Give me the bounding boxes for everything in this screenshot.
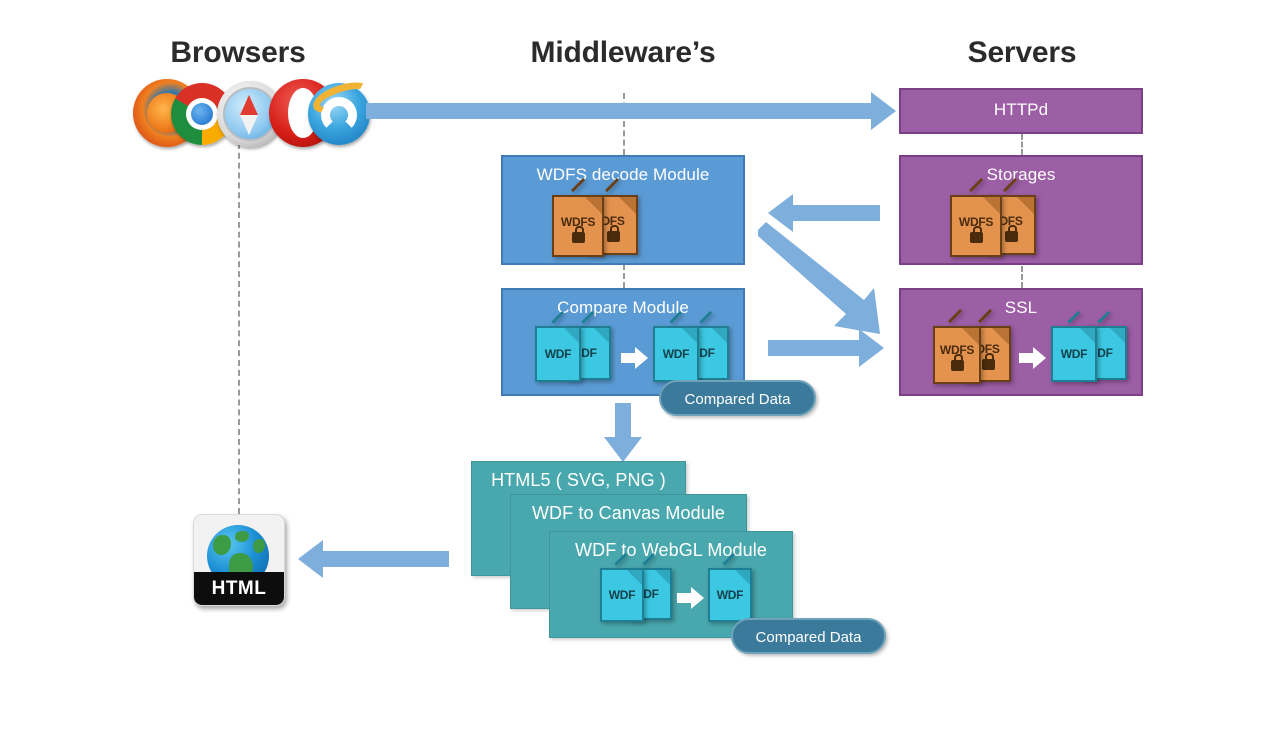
guide-line-middleware-mid bbox=[623, 264, 625, 288]
column-title-middleware: Middleware’s bbox=[530, 36, 716, 69]
document-wdf-primary: WDF bbox=[653, 311, 699, 382]
document-label: DF bbox=[699, 346, 715, 360]
flow-arrow-decode-to-ssl bbox=[756, 222, 882, 336]
module-wdfs-decode-label: WDFS decode Module bbox=[536, 165, 710, 184]
guide-line-servers-mid bbox=[1021, 266, 1023, 288]
document-label: WDF bbox=[544, 347, 572, 361]
output-card-wdf-to-webgl-label: WDF to WebGL Module bbox=[575, 540, 767, 560]
document-label: WDF bbox=[1060, 347, 1088, 361]
server-storages-label: Storages bbox=[986, 165, 1056, 184]
document-group-ssl-input: DFS WDFS bbox=[933, 309, 1011, 384]
html-output-icon[interactable]: HTML bbox=[193, 514, 285, 606]
document-wdf-primary: WDF bbox=[1051, 311, 1097, 382]
guide-line-browsers bbox=[238, 133, 240, 514]
document-label: WDF bbox=[608, 588, 636, 602]
column-title-browsers: Browsers bbox=[170, 36, 306, 69]
document-label: DF bbox=[581, 346, 597, 360]
output-card-html5-label: HTML5 ( SVG, PNG ) bbox=[491, 470, 666, 490]
lock-icon bbox=[571, 225, 585, 243]
document-wdfs-primary: WDFS bbox=[552, 178, 604, 257]
diagram-canvas: Browsers Middleware’s Servers WDFS decod… bbox=[0, 0, 1276, 738]
flow-arrow-compare-to-output bbox=[604, 403, 642, 462]
lock-icon bbox=[606, 224, 620, 242]
document-group-webgl-output: WDF bbox=[708, 553, 752, 622]
document-wdfs-primary: WDFS bbox=[933, 309, 981, 384]
lock-icon bbox=[1004, 224, 1018, 242]
document-wdf-primary: WDF bbox=[535, 311, 581, 382]
badge-compared-data-webgl-module: Compared Data bbox=[731, 618, 886, 654]
server-httpd[interactable]: HTTPd bbox=[899, 88, 1143, 134]
document-group-wdfs-locked: DFS WDFS bbox=[552, 178, 638, 257]
browser-logo-cluster bbox=[133, 76, 375, 149]
document-label: DF bbox=[1097, 346, 1113, 360]
internet-explorer-icon bbox=[308, 76, 375, 145]
diagonal-arrow-shape bbox=[758, 222, 880, 334]
server-ssl[interactable]: SSL DFS WDFS DF WDF bbox=[899, 288, 1143, 396]
document-wdfs-primary: WDFS bbox=[950, 178, 1002, 257]
document-group-storages: DFS WDFS bbox=[950, 178, 1036, 257]
document-label: WDF bbox=[662, 347, 690, 361]
guide-line-servers-top bbox=[1021, 134, 1023, 155]
server-storages[interactable]: Storages DFS WDFS bbox=[899, 155, 1143, 265]
flow-arrow-browsers-to-httpd bbox=[366, 92, 896, 130]
document-group-ssl-output: DF WDF bbox=[1051, 311, 1127, 382]
document-group-compare-input: DF WDF bbox=[535, 311, 611, 382]
server-httpd-label: HTTPd bbox=[993, 100, 1049, 119]
lock-icon bbox=[969, 225, 983, 243]
module-wdfs-decode[interactable]: WDFS decode Module DFS WDFS bbox=[501, 155, 745, 265]
html-output-label: HTML bbox=[194, 572, 284, 605]
badge-compared-data-compare-module: Compared Data bbox=[659, 380, 816, 416]
document-label: WDF bbox=[716, 588, 744, 602]
lock-icon bbox=[950, 353, 964, 371]
document-wdf-primary: WDF bbox=[600, 553, 644, 622]
flow-arrow-output-to-html bbox=[298, 540, 449, 578]
lock-icon bbox=[981, 352, 995, 370]
column-title-servers: Servers bbox=[967, 36, 1077, 69]
output-card-wdf-to-canvas-label: WDF to Canvas Module bbox=[531, 503, 726, 523]
document-wdf-primary: WDF bbox=[708, 553, 752, 622]
document-group-webgl-input: DF WDF bbox=[600, 553, 672, 622]
document-label: DF bbox=[643, 587, 659, 601]
document-group-compare-output: DF WDF bbox=[653, 311, 729, 382]
flow-arrow-compare-to-ssl bbox=[768, 329, 884, 367]
